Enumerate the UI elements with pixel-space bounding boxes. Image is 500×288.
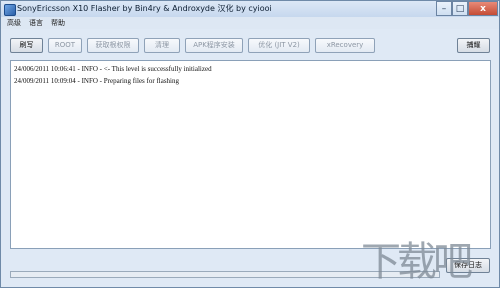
log-line: 24/006/2011 10:06:41 - INFO - <- This le…: [14, 65, 212, 73]
flasher-window: SonyEricsson X10 Flasher by Bin4ry & And…: [0, 0, 500, 288]
log-area[interactable]: 24/006/2011 10:06:41 - INFO - <- This le…: [10, 60, 491, 249]
window-title: SonyEricsson X10 Flasher by Bin4ry & And…: [17, 4, 272, 13]
menu-language[interactable]: 语言: [29, 17, 43, 29]
flash-button[interactable]: 刷写: [10, 38, 43, 53]
close-button[interactable]: x: [468, 1, 498, 16]
dump-button[interactable]: 捕耀: [457, 38, 490, 53]
clean-button[interactable]: 清理: [144, 38, 180, 53]
xrecovery-button[interactable]: xRecovery: [315, 38, 375, 53]
root-button[interactable]: ROOT: [48, 38, 82, 53]
menu-advanced[interactable]: 高级: [7, 17, 21, 29]
watermark-logo: 下载吧: [361, 239, 473, 285]
maximize-button[interactable]: □: [452, 1, 468, 16]
app-icon: [4, 4, 16, 16]
apk-install-button[interactable]: APK程序安装: [185, 38, 243, 53]
get-root-button[interactable]: 获取根权限: [87, 38, 139, 53]
minimize-button[interactable]: –: [436, 1, 452, 16]
optimize-button[interactable]: 优化 (JIT V2): [248, 38, 310, 53]
menu-help[interactable]: 帮助: [51, 17, 65, 29]
menu-bar: 高级 语言 帮助: [1, 17, 499, 29]
log-line: 24/009/2011 10:09:04 - INFO - Preparing …: [14, 77, 179, 85]
toolbar: 刷写 ROOT 获取根权限 清理 APK程序安装 优化 (JIT V2) xRe…: [1, 33, 499, 55]
title-bar[interactable]: SonyEricsson X10 Flasher by Bin4ry & And…: [1, 1, 499, 17]
